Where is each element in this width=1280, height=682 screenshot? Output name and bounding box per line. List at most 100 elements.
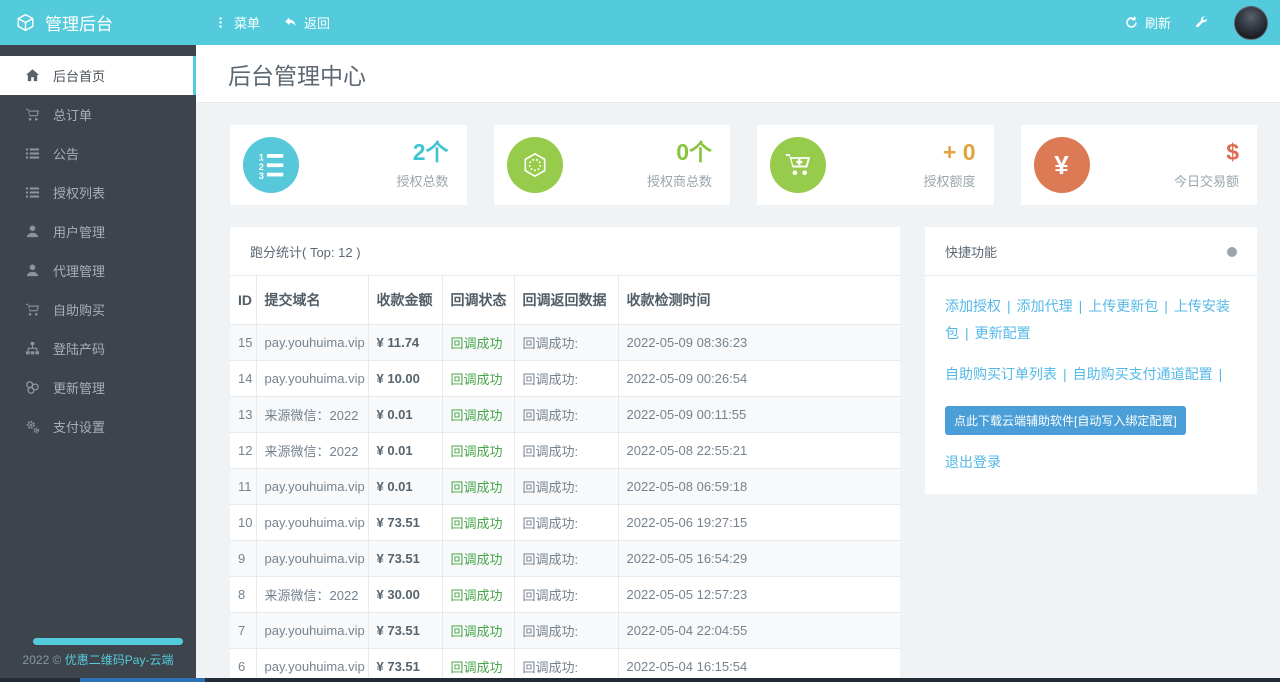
table-cell-callback: 回调成功: bbox=[513, 432, 618, 469]
table-cell-time: 2022-05-08 06:59:18 bbox=[617, 468, 900, 505]
topbar-nav: 菜单 返回 bbox=[202, 0, 342, 45]
sidebar-item-user-management[interactable]: 用户管理 bbox=[0, 212, 196, 251]
settings-wrench-button[interactable] bbox=[1183, 0, 1220, 45]
sidebar-item-agent-management[interactable]: 代理管理 bbox=[0, 251, 196, 290]
table-cell-id: 12 bbox=[230, 432, 256, 469]
sitemap-icon bbox=[25, 341, 40, 356]
table-row: 11 pay.youhuima.vip ¥ 0.01 回调成功 回调成功: 2022-05… bbox=[230, 468, 900, 505]
link-separator: | bbox=[1218, 365, 1223, 382]
back-button[interactable]: 返回 bbox=[272, 0, 342, 45]
table-cell-time: 2022-05-04 22:04:55 bbox=[617, 612, 900, 649]
sidebar-item-label: 代理管理 bbox=[53, 264, 106, 279]
sidebar-item-label: 授权列表 bbox=[53, 186, 106, 201]
stats-row: 1 2 3 2个 授权总数 0个 授权商总数 + 0 授权额度 ¥ $ 今日交易额 bbox=[230, 125, 1257, 205]
sidebar-item-label: 总订单 bbox=[53, 108, 93, 123]
table-cell-callback: 回调成功: bbox=[513, 612, 618, 649]
table-cell-time: 2022-05-08 22:55:21 bbox=[617, 432, 900, 469]
horizontal-scrollbar[interactable] bbox=[0, 678, 1280, 682]
yen-icon: ¥ bbox=[1033, 137, 1090, 193]
table-cell-domain: pay.youhuima.vip bbox=[255, 504, 368, 541]
table-cell-callback: 回调成功: bbox=[513, 324, 618, 361]
quick-panel-title: 快捷功能 bbox=[945, 245, 998, 260]
table-cell-id: 15 bbox=[230, 324, 256, 361]
quick-link[interactable]: 添加代理 bbox=[1017, 298, 1073, 314]
user-icon bbox=[25, 263, 40, 278]
page-header: 后台管理中心 bbox=[196, 45, 1280, 103]
score-stats-panel-header: 跑分统计( Top: 12 ) bbox=[230, 227, 900, 276]
sidebar-item-label: 用户管理 bbox=[53, 225, 106, 240]
footer-year: 2022 © bbox=[22, 653, 65, 667]
reply-arrow-icon bbox=[284, 16, 297, 29]
table-column-header: ID bbox=[230, 276, 256, 325]
table-cell-status: 回调成功 bbox=[441, 432, 514, 469]
table-cell-domain: pay.youhuima.vip bbox=[255, 540, 368, 577]
table-cell-amount: ¥ 73.51 bbox=[367, 648, 442, 682]
score-stats-table: ID 提交域名 收款金额 回调状态 回调返回数据 收款检测时间 15 pay.youhuim… bbox=[230, 276, 900, 682]
cart-icon bbox=[25, 302, 40, 317]
panel-tool-dot[interactable] bbox=[1227, 246, 1237, 257]
stat-value: 2个 bbox=[412, 139, 449, 166]
quick-link-group: 自助购买订单列表 | 自助购买支付通道配置 | bbox=[945, 361, 1237, 388]
sidebar-item-login-codes[interactable]: 登陆产码 bbox=[0, 329, 196, 368]
user-icon bbox=[25, 224, 40, 239]
score-stats-title: 跑分统计( Top: 12 ) bbox=[250, 245, 361, 260]
table-cell-callback: 回调成功: bbox=[513, 360, 618, 397]
sidebar-item-home[interactable]: 后台首页 bbox=[0, 56, 196, 95]
sidebar-item-announcements[interactable]: 公告 bbox=[0, 134, 196, 173]
sidebar-item-auth-list[interactable]: 授权列表 bbox=[0, 173, 196, 212]
table-cell-id: 8 bbox=[230, 576, 256, 613]
table-row: 7 pay.youhuima.vip ¥ 73.51 回调成功 回调成功: 2022-05… bbox=[230, 612, 900, 649]
home-icon bbox=[25, 68, 40, 83]
table-cell-callback: 回调成功: bbox=[513, 648, 618, 682]
quick-link[interactable]: 上传更新包 bbox=[1088, 298, 1158, 314]
stat-card-merchant-total: 0个 授权商总数 bbox=[493, 125, 730, 205]
quick-link[interactable]: 更新配置 bbox=[975, 325, 1031, 341]
table-row: 10 pay.youhuima.vip ¥ 73.51 回调成功 回调成功: 2022-0… bbox=[230, 504, 900, 541]
logout-link[interactable]: 退出登录 bbox=[945, 452, 1001, 472]
sidebar-item-payment-settings[interactable]: 支付设置 bbox=[0, 407, 196, 446]
avatar[interactable] bbox=[1234, 5, 1268, 40]
sidebar-item-update-management[interactable]: 更新管理 bbox=[0, 368, 196, 407]
table-cell-amount: ¥ 30.00 bbox=[367, 576, 442, 613]
sidebar-item-label: 登陆产码 bbox=[53, 342, 106, 357]
stat-value: + 0 bbox=[942, 139, 976, 166]
hexagon-icon bbox=[506, 137, 563, 193]
table-cell-status: 回调成功 bbox=[441, 540, 514, 577]
brand[interactable]: 管理后台 bbox=[0, 10, 196, 35]
table-cell-domain: 来源微信：2022 bbox=[255, 576, 368, 613]
main-area: 后台管理中心 1 2 3 2个 授权总数 0个 授权商总数 + 0 授权额度 ¥ $ 今日交易额 跑分… bbox=[196, 0, 1280, 682]
sidebar-scrollbar-thumb[interactable] bbox=[33, 638, 183, 645]
table-cell-callback: 回调成功: bbox=[513, 504, 618, 541]
table-cell-amount: ¥ 73.51 bbox=[367, 540, 442, 577]
download-helper-button[interactable]: 点此下载云端辅助软件[自动写入绑定配置] bbox=[945, 405, 1186, 435]
refresh-icon bbox=[1125, 16, 1138, 29]
refresh-button[interactable]: 刷新 bbox=[1113, 0, 1183, 45]
sidebar-item-self-purchase[interactable]: 自助购买 bbox=[0, 290, 196, 329]
menu-button[interactable]: 菜单 bbox=[202, 0, 272, 45]
sidebar-item-orders[interactable]: 总订单 bbox=[0, 95, 196, 134]
table-row: 6 pay.youhuima.vip ¥ 73.51 回调成功 回调成功: 2022-05… bbox=[230, 648, 900, 682]
sidebar-item-label: 支付设置 bbox=[53, 420, 106, 435]
stat-label: 授权商总数 bbox=[646, 173, 712, 189]
table-cell-status: 回调成功 bbox=[441, 648, 514, 682]
stat-card-auth-quota: + 0 授权额度 bbox=[757, 125, 994, 205]
quick-link[interactable]: 自助购买订单列表 bbox=[945, 366, 1057, 382]
table-column-header: 收款检测时间 bbox=[617, 276, 900, 325]
table-cell-status: 回调成功 bbox=[441, 576, 514, 613]
stat-card-text: 2个 授权总数 bbox=[396, 140, 448, 189]
horizontal-scrollbar-thumb[interactable] bbox=[80, 678, 205, 682]
table-cell-amount: ¥ 0.01 bbox=[367, 432, 442, 469]
quick-link[interactable]: 自助购买支付通道配置 bbox=[1073, 366, 1213, 382]
cart-plus-icon bbox=[770, 137, 826, 193]
sidebar-footer: 2022 © 优惠二维码Pay-云端 bbox=[0, 651, 196, 668]
quick-panel-body: 添加授权 | 添加代理 | 上传更新包 | 上传安装包 | 更新配置 自助购买订单列表 | 自助购买支… bbox=[925, 276, 1257, 494]
stat-card-auth-total: 1 2 3 2个 授权总数 bbox=[230, 125, 467, 205]
table-row: 13 来源微信：2022 ¥ 0.01 回调成功 回调成功: 2022-05-09 00:… bbox=[230, 396, 900, 433]
quick-link[interactable]: 添加授权 bbox=[945, 298, 1001, 314]
footer-brand-link[interactable]: 优惠二维码Pay-云端 bbox=[65, 653, 174, 667]
table-cell-domain: pay.youhuima.vip bbox=[255, 360, 368, 397]
table-row: 12 来源微信：2022 ¥ 0.01 回调成功 回调成功: 2022-05-08 22:… bbox=[230, 432, 900, 469]
quick-panel-header: 快捷功能 bbox=[925, 227, 1257, 276]
link-separator: | bbox=[965, 325, 969, 342]
content: 1 2 3 2个 授权总数 0个 授权商总数 + 0 授权额度 ¥ $ 今日交易额 跑分统计( Top… bbox=[196, 103, 1280, 682]
